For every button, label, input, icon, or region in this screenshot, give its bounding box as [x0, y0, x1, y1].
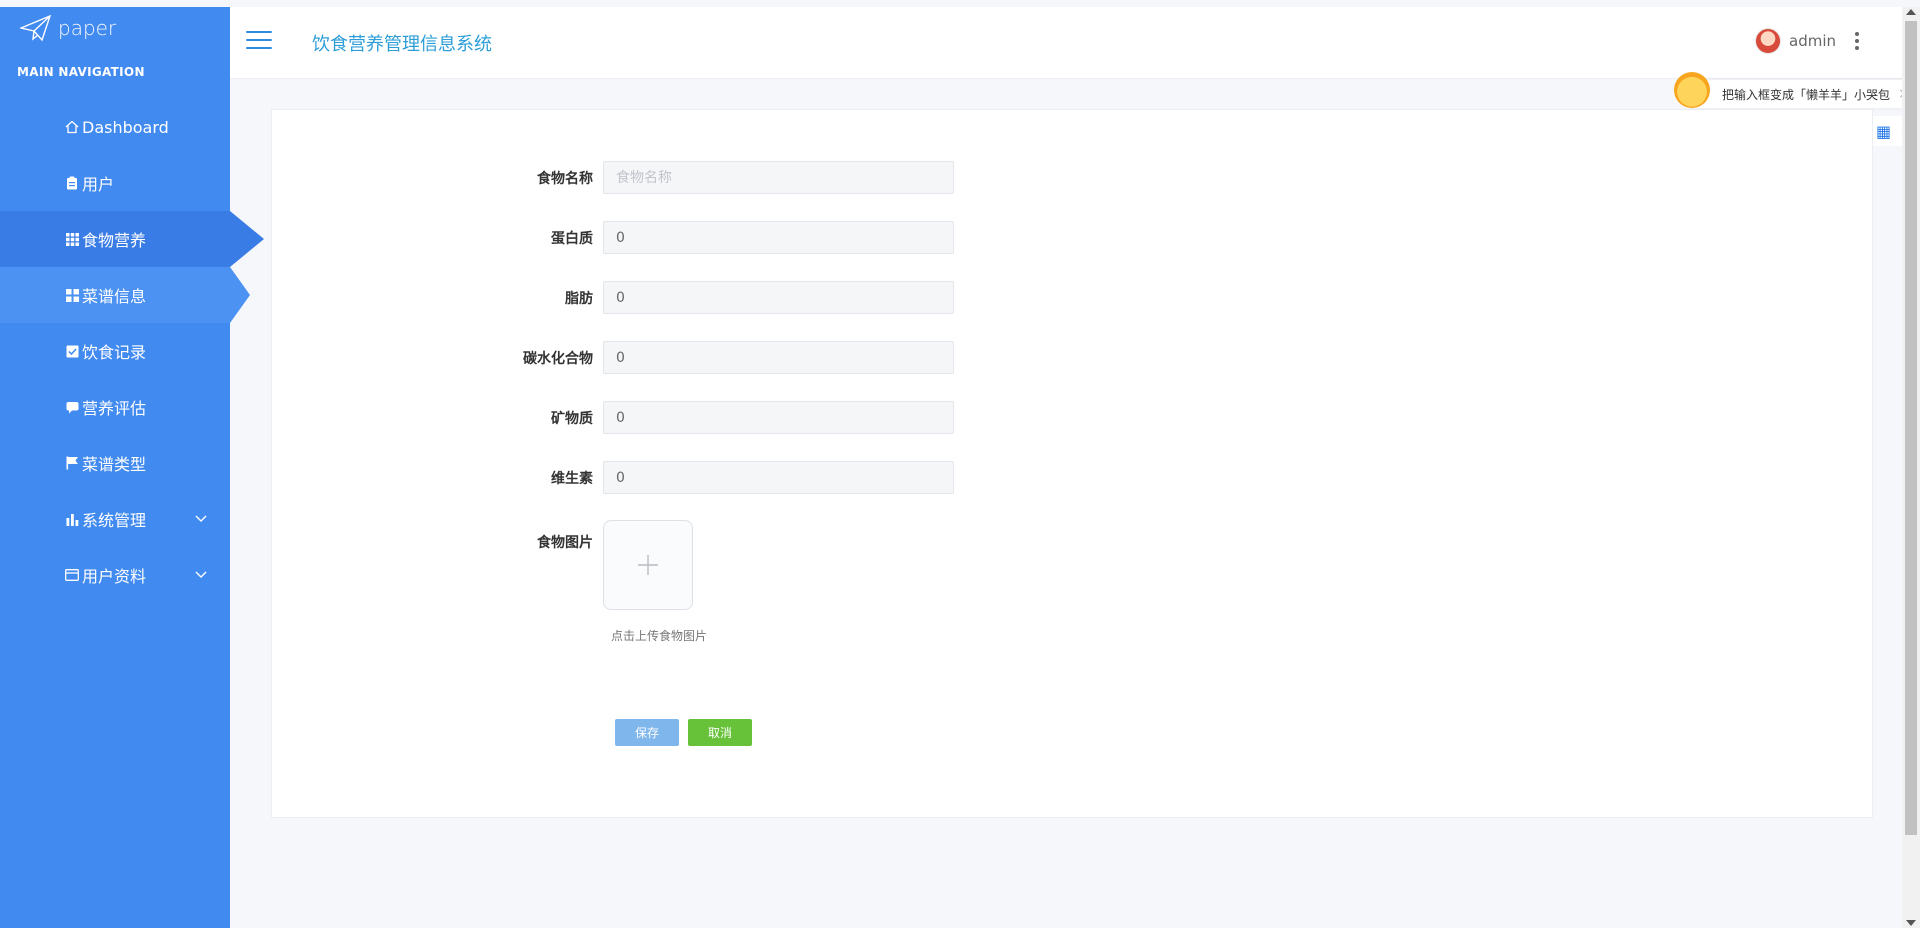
- sidebar-item-user-profile[interactable]: 用户资料: [0, 547, 230, 603]
- home-icon: [64, 119, 80, 135]
- field-label: 食物名称: [537, 170, 593, 187]
- save-button[interactable]: 保存: [615, 719, 679, 746]
- comment-icon: [64, 399, 80, 415]
- image-upload-box[interactable]: [603, 520, 693, 610]
- sun-mascot-icon: [1674, 72, 1710, 108]
- top-header: 饮食营养管理信息系统 admin: [230, 7, 1902, 79]
- scroll-up-icon[interactable]: [1906, 9, 1916, 15]
- form-row-mineral: 矿物质: [272, 401, 954, 434]
- clipboard-icon: [64, 175, 80, 191]
- nav-section-title: MAIN NAVIGATION: [17, 65, 145, 79]
- field-label: 脂肪: [565, 290, 593, 307]
- sidebar-item-label: 食物营养: [82, 231, 147, 250]
- form-row-vitamin: 维生素: [272, 461, 954, 494]
- scroll-down-icon[interactable]: [1906, 920, 1916, 926]
- menu-toggle-icon[interactable]: [246, 31, 272, 51]
- vitamin-input[interactable]: [603, 461, 954, 494]
- form-row-protein: 蛋白质: [272, 221, 954, 254]
- nav-list: Dashboard 用户 食物营养 菜谱信息 饮食记录 营养评估 菜谱类型 系统…: [0, 99, 264, 603]
- apps-icon: [64, 287, 80, 303]
- sidebar-item-label: 系统管理: [82, 511, 147, 530]
- ime-tip-text: 把输入框变成「懒羊羊」小哭包: [1722, 87, 1891, 102]
- avatar[interactable]: [1755, 28, 1781, 54]
- food-name-input[interactable]: [603, 161, 954, 194]
- form-row-food-image: 食物图片: [272, 520, 693, 610]
- protein-input[interactable]: [603, 221, 954, 254]
- more-vertical-icon[interactable]: [1854, 32, 1860, 50]
- sidebar-item-diet-record[interactable]: 饮食记录: [0, 323, 230, 379]
- sidebar-item-nutrition-assessment[interactable]: 营养评估: [0, 379, 230, 435]
- flag-icon: [64, 455, 80, 471]
- cancel-button[interactable]: 取消: [688, 719, 752, 746]
- ime-tip-bubble[interactable]: 把输入框变成「懒羊羊」小哭包 ×: [1674, 72, 1920, 108]
- scrollbar-thumb[interactable]: [1905, 21, 1917, 835]
- brand-logo[interactable]: paper: [0, 7, 230, 49]
- paper-plane-icon: [20, 14, 52, 42]
- field-label: 食物图片: [537, 535, 593, 551]
- field-label: 维生素: [551, 470, 593, 487]
- sidebar-item-label: 菜谱类型: [82, 455, 147, 474]
- sidebar-item-dashboard[interactable]: Dashboard: [0, 99, 230, 155]
- field-label: 蛋白质: [551, 230, 593, 247]
- brand-name: paper: [58, 16, 117, 40]
- sidebar-item-label: 营养评估: [82, 399, 147, 418]
- bar-chart-icon: [64, 511, 80, 527]
- form-row-carbohydrate: 碳水化合物: [272, 341, 954, 374]
- food-form-card: 食物名称 蛋白质 脂肪 碳水化合物 矿物质 维生素 食物图片 点击上传食物图片 …: [271, 109, 1873, 818]
- sidebar-item-users[interactable]: 用户: [0, 155, 230, 211]
- grid-icon: [64, 231, 80, 247]
- sidebar-item-label: 用户: [82, 175, 115, 194]
- sidebar-item-label: 饮食记录: [82, 343, 147, 362]
- check-square-icon: [64, 343, 80, 359]
- sidebar-item-label: 用户资料: [82, 567, 147, 586]
- chevron-down-icon[interactable]: [194, 567, 208, 581]
- id-card-icon: [64, 567, 80, 583]
- upload-hint: 点击上传食物图片: [611, 629, 708, 643]
- username[interactable]: admin: [1789, 32, 1836, 50]
- page-scrollbar[interactable]: [1902, 7, 1920, 928]
- sidebar-item-label: 菜谱信息: [82, 287, 147, 306]
- page-title: 饮食营养管理信息系统: [312, 34, 492, 55]
- sidebar: paper MAIN NAVIGATION Dashboard 用户 食物营养 …: [0, 7, 264, 928]
- plus-icon: [638, 555, 658, 575]
- user-menu[interactable]: admin: [1755, 28, 1860, 54]
- carbohydrate-input[interactable]: [603, 341, 954, 374]
- form-row-fat: 脂肪: [272, 281, 954, 314]
- sidebar-item-system-management[interactable]: 系统管理: [0, 491, 230, 547]
- ime-apps-icon[interactable]: ▦: [1875, 122, 1892, 141]
- field-label: 矿物质: [551, 410, 593, 427]
- field-label: 碳水化合物: [523, 350, 593, 367]
- sidebar-item-recipe-info[interactable]: 菜谱信息: [0, 267, 250, 323]
- form-row-food-name: 食物名称: [272, 161, 954, 194]
- chevron-down-icon[interactable]: [194, 511, 208, 525]
- fat-input[interactable]: [603, 281, 954, 314]
- sidebar-item-recipe-type[interactable]: 菜谱类型: [0, 435, 230, 491]
- sidebar-item-food-nutrition[interactable]: 食物营养: [0, 211, 264, 267]
- mineral-input[interactable]: [603, 401, 954, 434]
- sidebar-item-label: Dashboard: [82, 117, 169, 137]
